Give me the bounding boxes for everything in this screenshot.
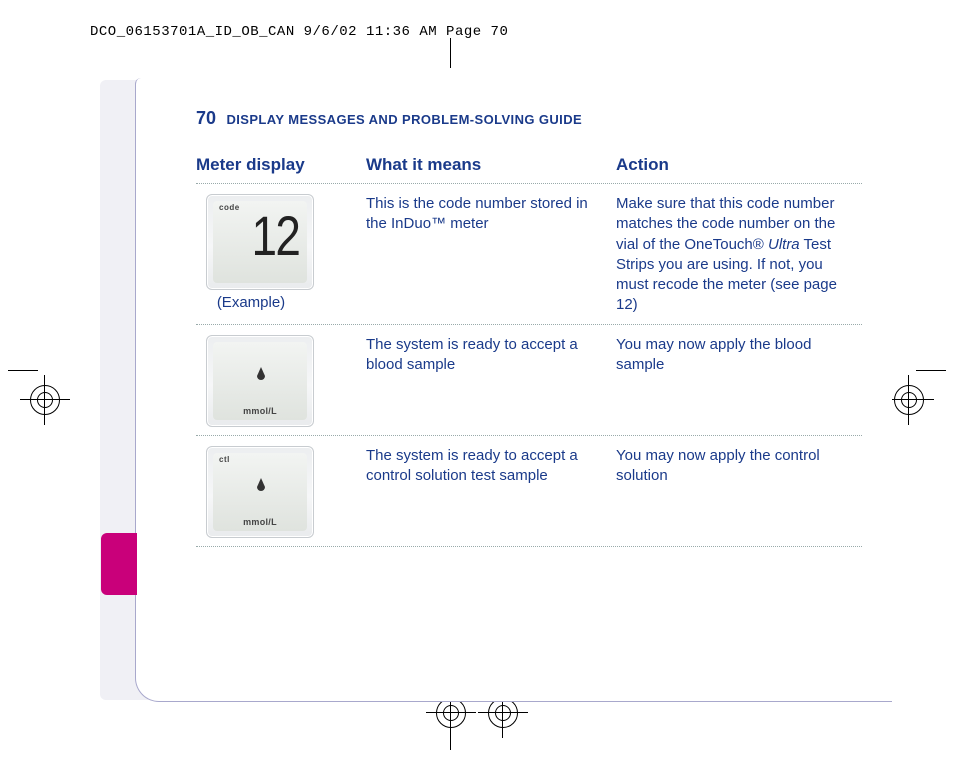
- registration-target-left: [30, 385, 60, 415]
- meaning-cell: The system is ready to accept a control …: [366, 446, 616, 538]
- blood-drop-icon: [253, 366, 269, 391]
- page-number: 70: [196, 108, 216, 128]
- action-cell: You may now apply the control solution: [616, 446, 862, 538]
- divider: [196, 435, 862, 436]
- blood-drop-icon: [253, 477, 269, 502]
- action-text-italic: Ultra: [768, 236, 800, 253]
- section-heading: 70 DISPLAY MESSAGES AND PROBLEM-SOLVING …: [196, 108, 862, 129]
- scanned-manual-page: DCO_06153701A_ID_OB_CAN 9/6/02 11:36 AM …: [0, 0, 954, 758]
- crop-mark-left: [8, 360, 78, 382]
- col-header-action: Action: [616, 155, 862, 175]
- meter-ctl-label: ctl: [219, 455, 230, 464]
- table-row: ctl mmol/L The system is ready to accept…: [196, 446, 862, 538]
- meaning-cell: The system is ready to accept a blood sa…: [366, 335, 616, 427]
- col-header-display: Meter display: [196, 155, 366, 175]
- table-header-row: Meter display What it means Action: [196, 155, 862, 175]
- display-cell: code 12 (Example): [196, 194, 366, 316]
- divider: [196, 546, 862, 547]
- display-cell: ctl mmol/L: [196, 446, 366, 538]
- meter-units-label: mmol/L: [207, 517, 313, 527]
- meter-code-number: 12: [251, 203, 299, 268]
- divider: [196, 324, 862, 325]
- action-cell: You may now apply the blood sample: [616, 335, 862, 427]
- meter-display-code: code 12: [206, 194, 314, 290]
- section-title: DISPLAY MESSAGES AND PROBLEM-SOLVING GUI…: [226, 112, 582, 127]
- registration-target-right: [894, 385, 924, 415]
- meaning-cell: This is the code number stored in the In…: [366, 194, 616, 316]
- registration-target-bottom-b: [488, 698, 518, 728]
- page-background: 70 DISPLAY MESSAGES AND PROBLEM-SOLVING …: [100, 80, 890, 700]
- table-row: code 12 (Example) This is the code numbe…: [196, 194, 862, 316]
- meter-code-label: code: [219, 203, 240, 212]
- section-color-tab: [101, 533, 137, 595]
- content-area: 70 DISPLAY MESSAGES AND PROBLEM-SOLVING …: [196, 108, 862, 681]
- meter-units-label: mmol/L: [207, 406, 313, 416]
- meter-display-blood-ready: mmol/L: [206, 335, 314, 427]
- table-row: mmol/L The system is ready to accept a b…: [196, 335, 862, 427]
- col-header-meaning: What it means: [366, 155, 616, 175]
- display-caption: (Example): [196, 294, 306, 311]
- action-cell: Make sure that this code number matches …: [616, 194, 862, 316]
- display-cell: mmol/L: [196, 335, 366, 427]
- divider: [196, 183, 862, 184]
- meter-display-control-ready: ctl mmol/L: [206, 446, 314, 538]
- registration-target-bottom-a: [436, 698, 466, 728]
- page-body: 70 DISPLAY MESSAGES AND PROBLEM-SOLVING …: [135, 78, 892, 702]
